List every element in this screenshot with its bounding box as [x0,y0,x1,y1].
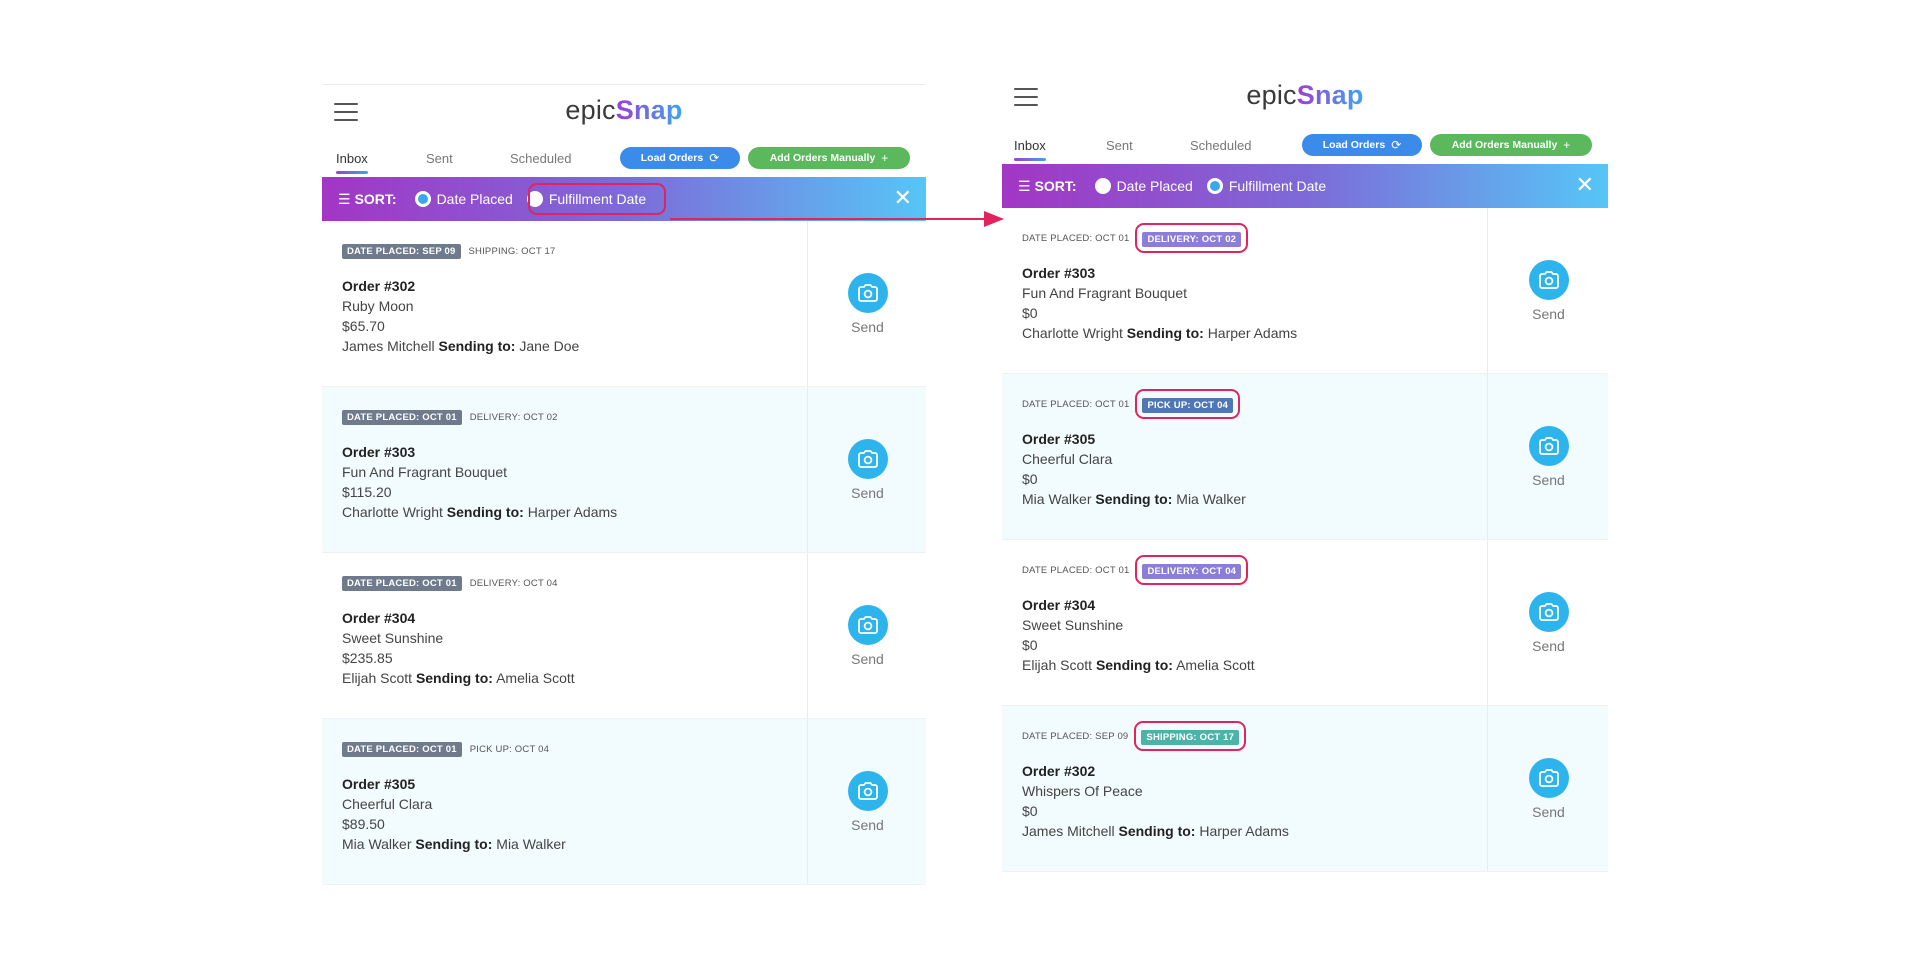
transition-arrow [670,211,1004,227]
comparison-stage: epicSnap Inbox Sent Scheduled Load Order… [0,0,1920,953]
